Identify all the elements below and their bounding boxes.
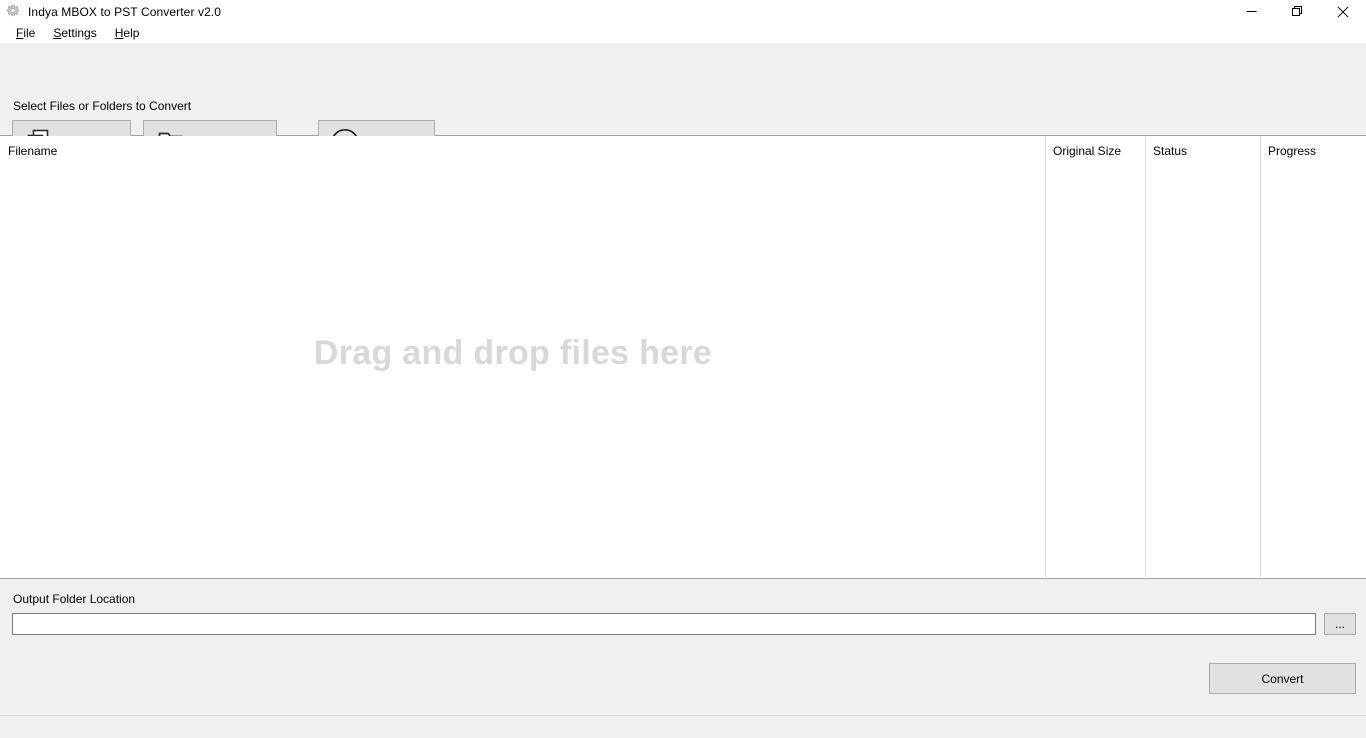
drag-drop-hint-text: Drag and drop files here bbox=[313, 333, 713, 372]
menu-item-file-label: ile bbox=[23, 25, 36, 40]
close-icon bbox=[1337, 5, 1349, 18]
browse-folder-button[interactable]: ... bbox=[1324, 613, 1356, 635]
column-divider-2[interactable] bbox=[1145, 136, 1146, 577]
output-folder-label: Output Folder Location bbox=[13, 592, 136, 606]
status-bar bbox=[0, 715, 1366, 738]
column-divider-1[interactable] bbox=[1045, 136, 1046, 577]
menu-item-help-label: elp bbox=[123, 25, 140, 40]
app-window: Indya MBOX to PST Converter v2.0 File Se… bbox=[0, 0, 1366, 738]
file-list-header: Filename Original Size Status Progress bbox=[0, 136, 1366, 164]
restore-icon bbox=[1291, 6, 1302, 16]
minimize-button[interactable] bbox=[1228, 0, 1274, 23]
column-header-status[interactable]: Status bbox=[1153, 144, 1187, 158]
menu-item-settings[interactable]: Settings bbox=[45, 25, 104, 42]
gear-icon bbox=[6, 4, 20, 16]
menu-item-file[interactable]: File bbox=[8, 25, 43, 42]
minimize-icon bbox=[1246, 11, 1256, 12]
toolbar-section-label: Select Files or Folders to Convert bbox=[13, 99, 192, 113]
column-header-filename[interactable]: Filename bbox=[8, 144, 57, 158]
menu-item-help[interactable]: Help bbox=[107, 25, 148, 42]
close-button[interactable] bbox=[1320, 0, 1366, 23]
title-bar: Indya MBOX to PST Converter v2.0 bbox=[0, 0, 1366, 23]
output-folder-input[interactable] bbox=[12, 613, 1316, 635]
drag-drop-hint: Drag and drop files here bbox=[0, 136, 1366, 578]
column-header-progress[interactable]: Progress bbox=[1268, 144, 1316, 158]
restore-button[interactable] bbox=[1274, 0, 1320, 23]
file-list-area[interactable]: Filename Original Size Status Progress D… bbox=[0, 136, 1366, 578]
window-controls bbox=[1228, 0, 1366, 23]
output-panel: Output Folder Location ... Convert bbox=[0, 578, 1366, 715]
column-divider-3[interactable] bbox=[1260, 136, 1261, 577]
window-title: Indya MBOX to PST Converter v2.0 bbox=[28, 4, 222, 19]
convert-button[interactable]: Convert bbox=[1209, 663, 1356, 694]
menu-bar: File Settings Help bbox=[0, 23, 1366, 43]
menu-item-settings-label: ettings bbox=[61, 25, 97, 40]
toolbar-panel: Select Files or Folders to Convert Add F… bbox=[0, 43, 1366, 165]
column-header-original-size[interactable]: Original Size bbox=[1053, 144, 1121, 158]
